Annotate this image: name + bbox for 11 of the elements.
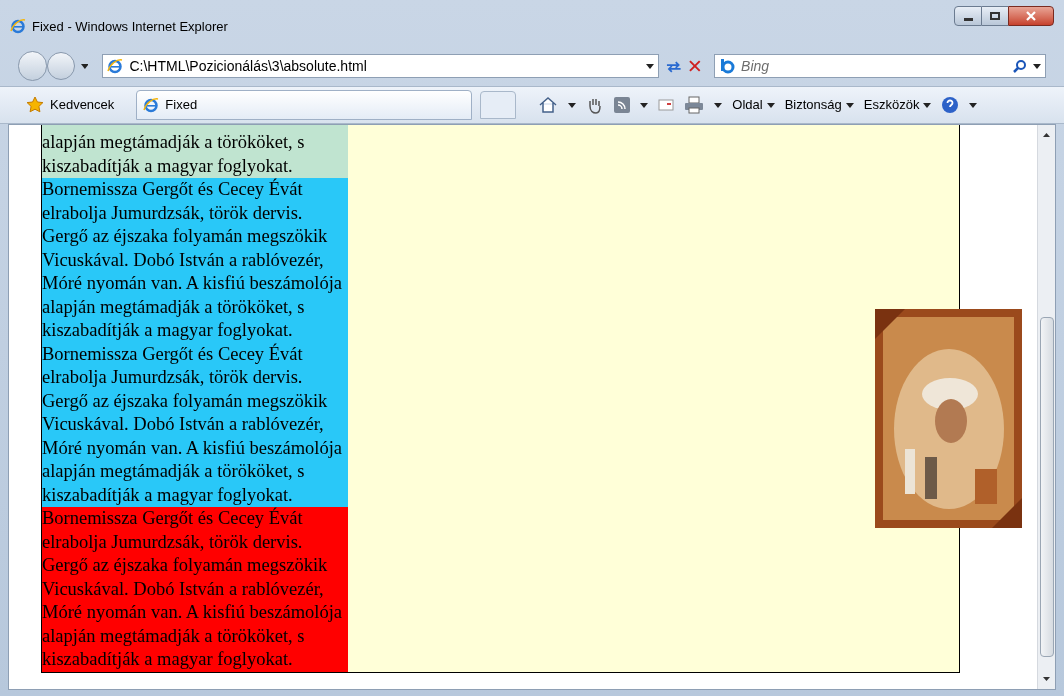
text-block: Bornemissza Gergőt és Cecey Évát elrabolja Jumurdzsák, török dervis. Gergő az éjszaka folyamán megszökik Vicuskával. Dobó István a rablóvezér, Móré nyomán van. A kisfiú beszámolója alapján megtámadják a törököket, s kiszabadítják a magyar foglyokat. Bornemissza Gergőt és Cecey Évát elrabolja Jumurdzsák, török dervis. Gergő az éjszaka folyamán megszökik Vicuskával. Dobó István a rablóvezér, Móré nyomán van. A kisfiú beszámolója alapján megtámadják a törököket, s kiszabadítják a magyar foglyokat. xyxy=(42,178,348,507)
browser-tab[interactable]: Fixed xyxy=(136,90,473,120)
search-field[interactable]: Bing xyxy=(714,54,1046,78)
text-block: alapján megtámadják a törököket, s kiszabadítják a magyar foglyokat. xyxy=(42,125,348,178)
favorites-button[interactable]: Kedvencek xyxy=(26,95,115,115)
window-title: Fixed - Windows Internet Explorer xyxy=(32,18,228,36)
text-block: Bornemissza Gergőt és Cecey Évát elrabolja Jumurdzsák, török dervis. Gergő az éjszaka folyamán megszökik Vicuskával. Dobó István a rablóvezér, Móré nyomán van. A kisfiú beszámolója alapján megtámadják a törököket, s kiszabadítják a magyar foglyokat. xyxy=(42,507,348,672)
address-field[interactable]: C:\HTML\Pozicionálás\3\absolute.html xyxy=(102,54,659,78)
command-menu-button[interactable]: Eszközök xyxy=(863,95,932,115)
command-menu-button[interactable]: Biztonság xyxy=(784,95,854,115)
command-menu-button[interactable]: Oldal xyxy=(732,95,775,115)
